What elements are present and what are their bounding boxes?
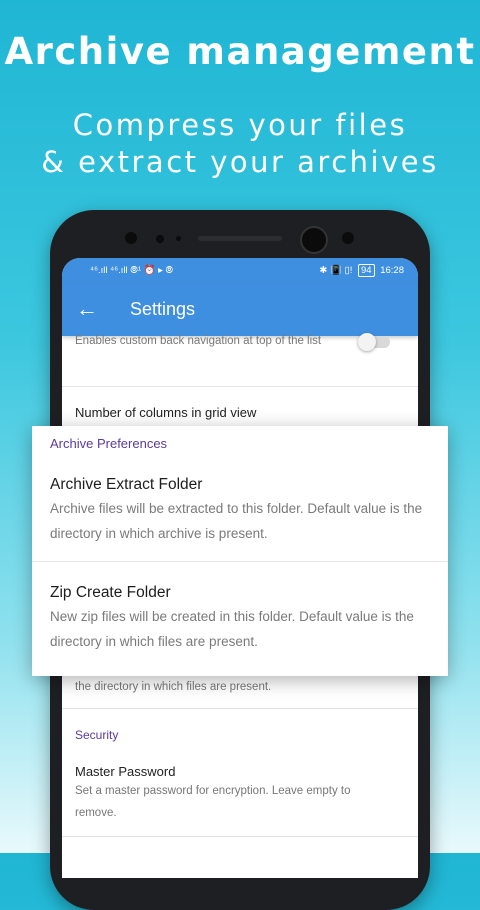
grid-columns-title[interactable]: Number of columns in grid view [75,405,418,420]
pref-summary: the directory in which files are present… [75,681,272,693]
app-bar: ← Settings [62,282,418,336]
network-icons: ⁴⁶.ıll ⁴⁶.ıll ⦾¹ ⏰ ▸ ⦾ [90,264,174,276]
back-arrow-icon[interactable]: ← [62,296,112,322]
promo-headline: Archive management [4,30,476,73]
toggle-knob [358,333,376,351]
status-right: ✱ 📳 ▯! 94 16:28 [319,263,404,277]
promo-subline-2: & extract your archives [41,145,439,179]
master-password-summary: Set a master password for encryption. Le… [75,785,351,819]
category-archive-preferences: Archive Preferences [50,436,168,451]
rear-camera-icon [300,226,328,254]
divider [62,386,418,387]
front-camera-icon [125,232,137,244]
sensor-icon [156,235,164,243]
archive-extract-folder-summary: Archive files will be extracted to this … [50,501,423,541]
archive-extract-folder-title[interactable]: Archive Extract Folder [50,476,202,494]
category-security: Security [75,728,119,742]
clock: 16:28 [380,264,404,276]
master-password-title[interactable]: Master Password [75,764,418,779]
divider [32,561,448,562]
divider [62,708,418,709]
divider [62,836,418,837]
archive-preferences-card: Archive Preferences Archive Extract Fold… [32,426,448,676]
pref-summary: Enables custom back navigation at top of… [75,335,322,347]
battery-icon: 94 [358,263,375,277]
page-title: Settings [130,298,196,319]
status-bar: ⁴⁶.ıll ⁴⁶.ıll ⦾¹ ⏰ ▸ ⦾ ✱ 📳 ▯! 94 16:28 [62,258,418,282]
zip-create-folder-summary: New zip files will be created in this fo… [50,609,414,649]
toggle-switch[interactable] [358,333,390,351]
promo-subline-1: Compress your files [72,108,408,142]
flash-icon [342,232,354,244]
list-item[interactable]: Enables custom back navigation at top of… [75,330,345,352]
earpiece-icon [198,236,282,241]
status-icons: ✱ 📳 ▯! [319,264,353,276]
sensor-icon [176,236,181,241]
zip-create-folder-title[interactable]: Zip Create Folder [50,584,171,602]
